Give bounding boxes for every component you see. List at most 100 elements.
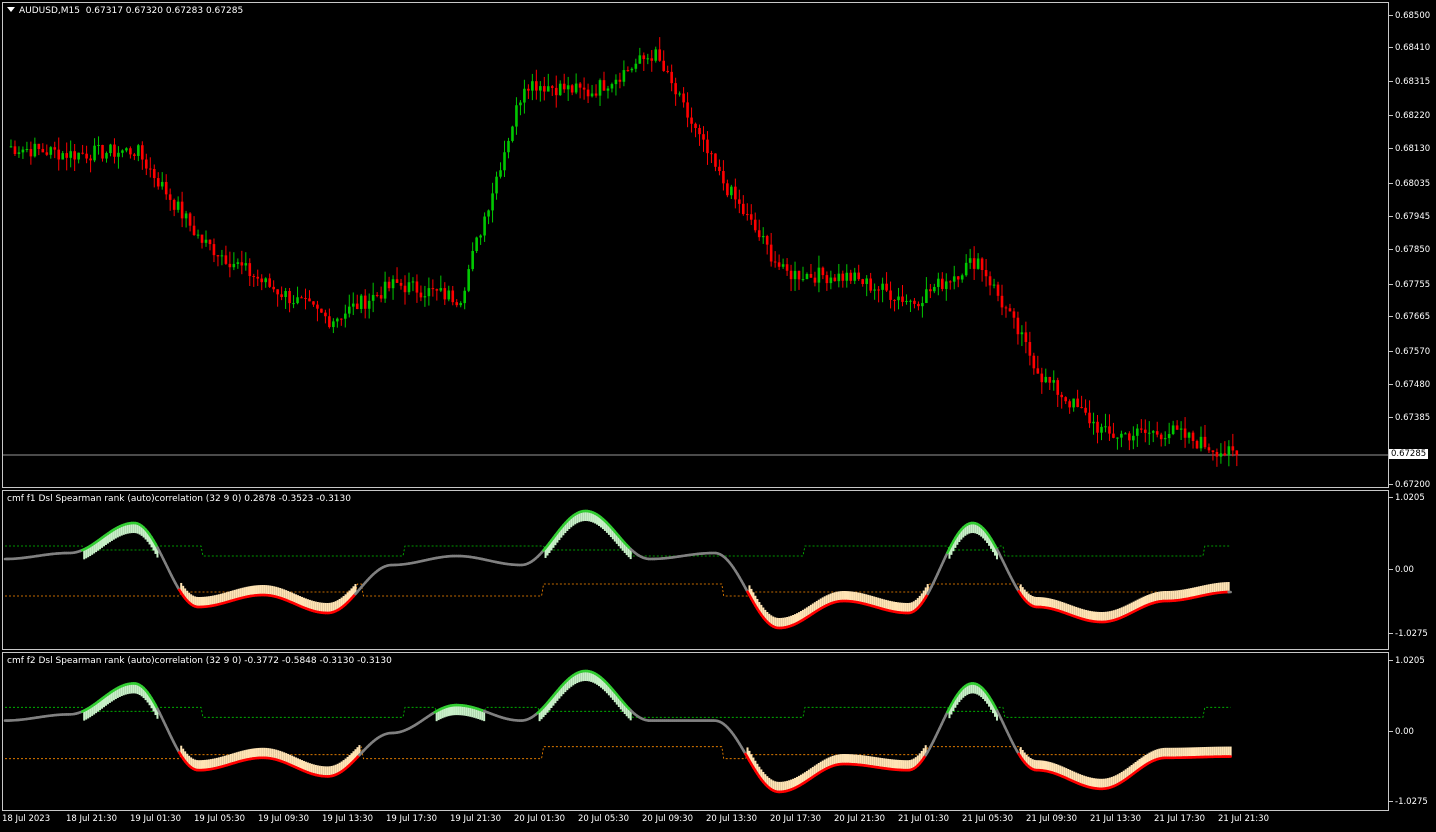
time-tick-label: 19 Jul 05:30: [194, 814, 245, 824]
candle-body: [73, 151, 76, 160]
candle-body: [698, 127, 701, 135]
price-axis[interactable]: 0.68500 0.68410 0.68315 0.68220 0.68130 0.680…: [1389, 2, 1436, 490]
candle-body: [1227, 446, 1231, 455]
price-tick-label: 0.68500: [1389, 11, 1430, 21]
candle-body: [1068, 401, 1071, 408]
candle-body: [690, 117, 693, 124]
candle-body: [849, 272, 853, 281]
candle-body: [1004, 307, 1008, 309]
time-axis[interactable]: 18 Jul 2023 18 Jul 21:30 19 Jul 01:30 19 Ju…: [0, 811, 1389, 832]
candlestick-chart: [3, 37, 1390, 467]
candle-body: [359, 295, 363, 310]
candle-body: [984, 270, 988, 277]
candle-body: [280, 294, 283, 298]
candle-body: [240, 262, 244, 266]
candle-body: [427, 288, 431, 297]
candle-body: [801, 279, 805, 281]
candle-body: [1052, 380, 1056, 383]
candle-body: [113, 144, 116, 157]
time-tick-label: 21 Jul 21:30: [1218, 814, 1269, 824]
candle-body: [443, 288, 447, 300]
candle-body: [682, 93, 685, 103]
candle-body: [574, 83, 578, 93]
candle-body: [1080, 407, 1083, 409]
candle-body: [1191, 432, 1195, 442]
candle-body: [570, 85, 574, 93]
candle-body: [467, 269, 470, 291]
time-tick-label: 20 Jul 05:30: [578, 814, 629, 824]
candle-body: [586, 89, 590, 97]
dropdown-arrow-icon[interactable]: [7, 7, 15, 12]
candle-body: [1187, 432, 1191, 438]
candle-body: [471, 250, 474, 270]
candle-body: [37, 143, 41, 149]
candle-body: [761, 236, 765, 238]
candle-body: [483, 216, 486, 236]
time-tick-label: 21 Jul 05:30: [962, 814, 1013, 824]
candle-body: [769, 244, 773, 262]
indicator2-axis[interactable]: 1.0205 0.00 -1.0275: [1389, 652, 1436, 811]
indicator2-line: [3, 669, 1232, 794]
candle-body: [172, 199, 176, 210]
candle-body: [992, 284, 996, 286]
candle-body: [1112, 433, 1115, 438]
candle-body: [1044, 376, 1048, 383]
time-tick-label: 18 Jul 21:30: [66, 814, 117, 824]
symbol-label: AUDUSD,M15: [19, 6, 80, 16]
price-chart-pane[interactable]: AUDUSD,M15 0.67317 0.67320 0.67283 0.672…: [2, 2, 1390, 488]
candle-body: [1040, 373, 1044, 383]
candle-body: [825, 275, 829, 284]
price-tick-label: 0.67755: [1389, 280, 1430, 290]
candle-body: [228, 263, 232, 268]
candle-body: [1104, 426, 1107, 428]
candle-body: [300, 297, 303, 299]
candle-body: [618, 79, 622, 82]
candle-body: [101, 144, 104, 159]
candle-body: [1136, 428, 1139, 436]
price-tick-label: 0.67570: [1389, 347, 1430, 357]
candle-body: [869, 278, 872, 291]
candle-body: [451, 290, 455, 303]
candle-body: [1028, 342, 1032, 356]
candle-body: [714, 153, 717, 167]
candle-body: [1171, 425, 1175, 435]
candle-body: [9, 146, 13, 148]
indicator-level-label: -1.0275: [1389, 797, 1428, 807]
candle-body: [232, 263, 236, 268]
time-tick-label: 21 Jul 01:30: [898, 814, 949, 824]
candle-body: [69, 151, 72, 158]
candle-body: [332, 321, 335, 328]
candle-body: [921, 302, 924, 307]
candle-body: [594, 93, 598, 96]
candle-body: [550, 86, 554, 88]
candle-body: [980, 258, 984, 271]
candle-body: [1116, 437, 1119, 439]
indicator-pane-f2[interactable]: cmf f2 Dsl Spearman rank (auto)correlati…: [2, 652, 1389, 811]
candle-body: [459, 303, 463, 306]
candle-body: [256, 276, 260, 279]
indicator-pane-f1[interactable]: cmf f1 Dsl Spearman rank (auto)correlati…: [2, 490, 1389, 650]
candle-body: [726, 183, 729, 196]
candle-body: [976, 258, 980, 269]
candle-body: [208, 239, 212, 245]
candle-body: [148, 168, 152, 170]
time-tick-label: 19 Jul 17:30: [386, 814, 437, 824]
candle-body: [941, 278, 944, 289]
price-tick-label: 0.68315: [1389, 77, 1430, 87]
candle-body: [1000, 295, 1004, 308]
current-price-tag: 0.67285: [1389, 449, 1429, 459]
candle-body: [236, 262, 240, 264]
candle-body: [431, 288, 435, 290]
candle-body: [1151, 431, 1155, 433]
candle-body: [105, 153, 108, 159]
candle-body: [375, 294, 379, 296]
indicator1-axis[interactable]: 1.0205 0.00 -1.0275: [1389, 490, 1436, 650]
candle-body: [212, 244, 216, 256]
candle-body: [248, 263, 252, 277]
indicator2-levels: [5, 706, 1231, 760]
candle-body: [793, 270, 797, 280]
candle-body: [49, 147, 53, 155]
candle-body: [1223, 453, 1227, 455]
candle-body: [1235, 450, 1239, 456]
candle-body: [841, 273, 845, 281]
